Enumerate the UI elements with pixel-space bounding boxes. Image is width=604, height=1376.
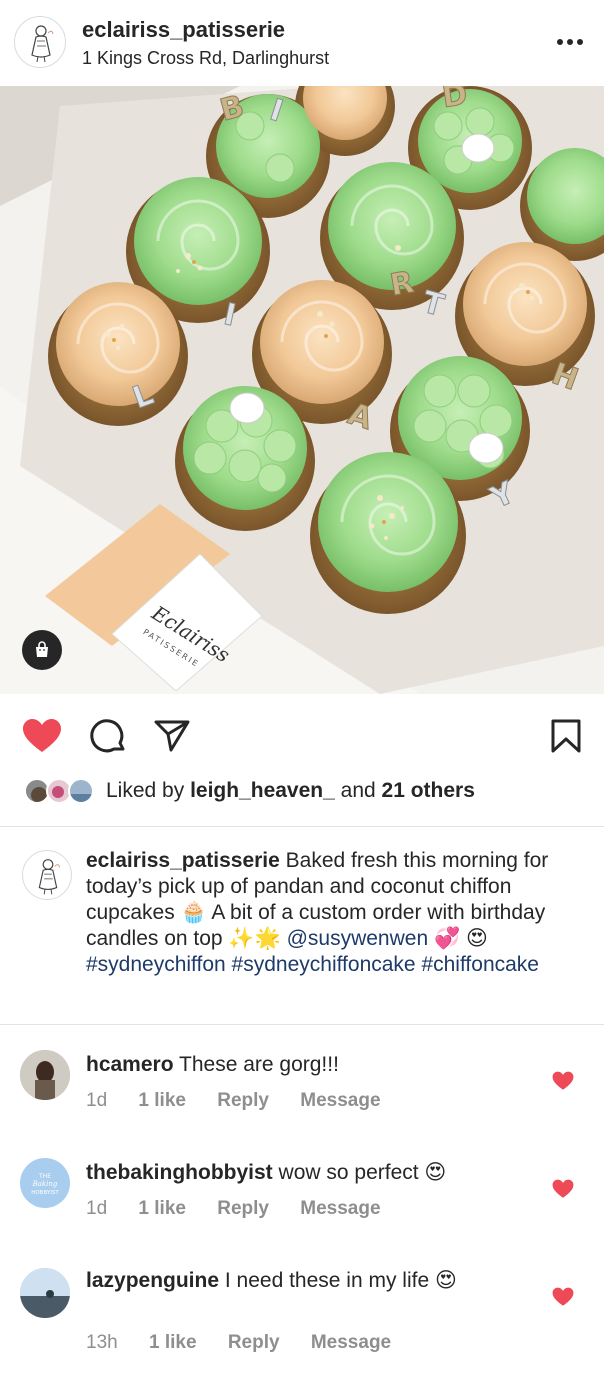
comment-body: wow so perfect 😍 [278,1161,447,1184]
comment-meta: 13h 1 like Reply Message [86,1332,417,1354]
caption-mention[interactable]: @susywenwen [287,927,429,950]
caption: eclairiss_patisserie Baked fresh this mo… [86,848,586,978]
comment-text: hcamero These are gorg!!! [86,1052,536,1078]
bookmark-icon[interactable] [546,716,586,756]
comment-avatar[interactable] [20,1050,70,1100]
message-button[interactable]: Message [300,1198,380,1219]
svg-text:Baking: Baking [32,1180,58,1188]
svg-text:HOBBYIST: HOBBYIST [31,1190,59,1196]
message-button[interactable]: Message [300,1090,380,1111]
baker-logo-icon [38,859,61,895]
comment-user[interactable]: hcamero [86,1053,174,1076]
caption-user[interactable]: eclairiss_patisserie [86,849,280,872]
liked-by-user[interactable]: leigh_heaven_ [190,779,335,802]
reply-button[interactable]: Reply [217,1198,269,1219]
comment-time: 1d [86,1198,108,1219]
heart-icon[interactable] [22,716,62,756]
post-header: eclairiss_patisserie 1 Kings Cross Rd, D… [0,0,604,86]
comment-user[interactable]: thebakinghobbyist [86,1161,273,1184]
comment-text: thebakinghobbyist wow so perfect 😍 [86,1160,536,1186]
action-bar [0,694,604,778]
account-name[interactable]: eclairiss_patisserie [82,17,285,43]
reply-button[interactable]: Reply [217,1090,269,1111]
liked-by-others[interactable]: 21 others [382,779,475,802]
likes-text: Liked by leigh_heaven_ and 21 others [106,779,475,803]
comment-body: These are gorg!!! [179,1053,339,1076]
baker-logo-icon [31,25,54,63]
post-photo[interactable]: B I I R T D L A H Y Eclairiss PATISSERIE [0,86,604,694]
likes-row[interactable]: Liked by leigh_heaven_ and 21 others [0,770,604,814]
location-link[interactable]: 1 Kings Cross Rd, Darlinghurst [82,48,329,69]
divider [0,1024,604,1025]
comment-likes[interactable]: 1 like [138,1198,186,1219]
svg-text:D: D [440,86,470,115]
caption-emoji: 💞 😍 [433,927,488,950]
share-icon[interactable] [152,716,192,756]
account-avatar[interactable] [14,16,66,68]
comment-time: 1d [86,1090,108,1111]
caption-avatar[interactable] [22,850,72,900]
liker-avatar [68,778,94,804]
comment-avatar[interactable]: THE Baking HOBBYIST [20,1158,70,1208]
caption-hashtags[interactable]: #sydneychiffon #sydneychiffoncake #chiff… [86,953,539,976]
divider [0,826,604,827]
shopping-bag-icon[interactable] [22,630,62,670]
cupcakes-image: B I I R T D L A H Y Eclairiss PATISSERIE [0,86,604,694]
comment-meta: 1d 1 like Reply Message [86,1090,407,1112]
likes-and: and [340,779,376,802]
comment-likes[interactable]: 1 like [149,1332,197,1353]
reply-button[interactable]: Reply [228,1332,280,1353]
comment-text: lazypenguine I need these in my life 😍 [86,1268,536,1294]
comment-body: I need these in my life 😍 [224,1269,457,1292]
comment-heart-icon[interactable] [552,1070,574,1092]
likes-prefix: Liked by [106,779,185,802]
comment-meta: 1d 1 like Reply Message [86,1198,407,1220]
comment-avatar[interactable] [20,1268,70,1318]
svg-text:THE: THE [38,1173,51,1180]
comment-heart-icon[interactable] [552,1286,574,1308]
more-icon[interactable] [552,30,588,54]
message-button[interactable]: Message [311,1332,391,1353]
comment-heart-icon[interactable] [552,1178,574,1200]
comment-likes[interactable]: 1 like [138,1090,186,1111]
comment-time: 13h [86,1332,118,1353]
comment-icon[interactable] [88,716,128,756]
comment-user[interactable]: lazypenguine [86,1269,219,1292]
